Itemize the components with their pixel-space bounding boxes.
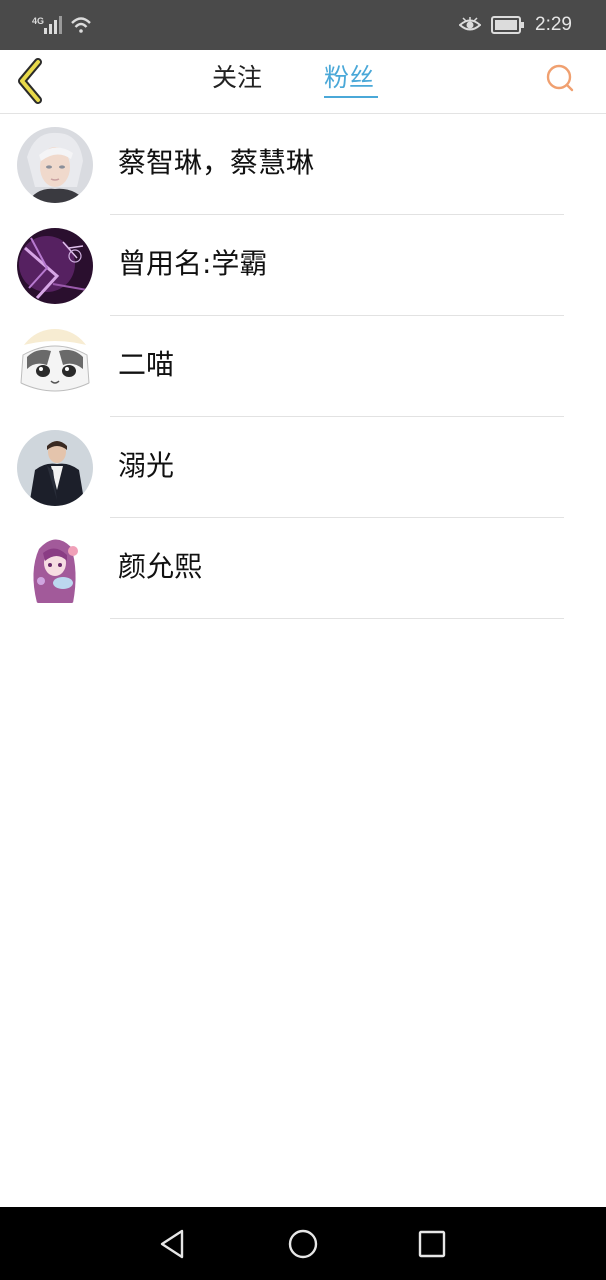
fan-name: 溺光 — [118, 449, 175, 482]
avatar — [17, 430, 93, 506]
status-bar: 4G 2:29 — [0, 0, 606, 50]
fan-name: 蔡智琳，蔡慧琳 — [118, 146, 315, 179]
tab-follow[interactable]: 关注 — [212, 62, 262, 94]
status-left: 4G — [32, 12, 102, 38]
network-type: 4G — [32, 16, 44, 26]
wifi-icon — [71, 17, 91, 33]
avatar-purple-abstract-icon — [17, 228, 93, 304]
fan-name: 曾用名:学霸 — [118, 247, 268, 280]
back-button[interactable] — [14, 58, 50, 104]
avatar-white-hair-icon — [17, 127, 93, 203]
avatar — [17, 531, 93, 607]
avatar — [17, 329, 93, 405]
avatar-anime-girl-icon — [17, 531, 93, 607]
tab-fans[interactable]: 粉丝 — [324, 62, 374, 94]
active-tab-indicator — [324, 96, 378, 98]
nav-recents-button[interactable] — [415, 1227, 449, 1261]
fan-name: 颜允熙 — [118, 550, 203, 583]
fans-list: 蔡智琳，蔡慧琳 曾用名:学霸 二喵 溺光 颜允熙 — [0, 114, 606, 619]
list-item[interactable]: 溺光 — [0, 417, 606, 518]
divider — [110, 618, 564, 619]
nav-back-button[interactable] — [156, 1227, 190, 1261]
nav-home-button[interactable] — [286, 1227, 320, 1261]
system-nav-bar — [0, 1207, 606, 1280]
search-button[interactable] — [544, 62, 576, 94]
search-icon — [546, 64, 574, 92]
list-item[interactable]: 颜允熙 — [0, 518, 606, 619]
list-item[interactable]: 曾用名:学霸 — [0, 215, 606, 316]
clock: 2:29 — [535, 14, 572, 35]
list-item[interactable]: 蔡智琳，蔡慧琳 — [0, 114, 606, 215]
avatar-man-suit-icon — [17, 430, 93, 506]
battery-icon — [491, 16, 525, 34]
avatar-cat-icon — [17, 329, 93, 405]
header: 关注 粉丝 — [0, 50, 606, 114]
avatar — [17, 127, 93, 203]
eye-icon — [459, 17, 482, 31]
back-chevron-icon — [18, 58, 42, 104]
recents-square-icon — [418, 1230, 446, 1258]
back-triangle-icon — [160, 1229, 184, 1259]
fan-name: 二喵 — [118, 348, 175, 381]
status-right: 2:29 — [459, 12, 572, 38]
avatar — [17, 228, 93, 304]
list-item[interactable]: 二喵 — [0, 316, 606, 417]
signal-icon: 4G — [32, 16, 91, 34]
home-circle-icon — [288, 1229, 318, 1259]
